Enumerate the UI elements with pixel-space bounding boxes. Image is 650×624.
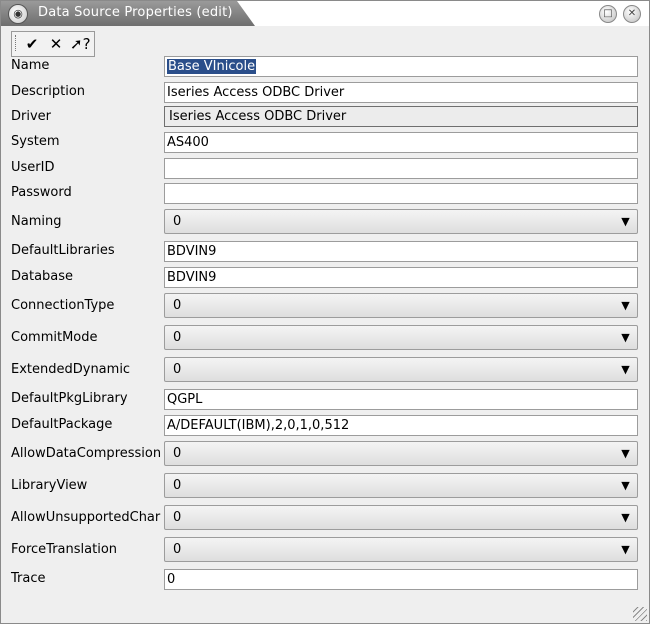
name-label: Name — [11, 58, 50, 73]
description-input[interactable]: Iseries Access ODBC Driver — [164, 82, 638, 103]
allow-unsupported-char-select-value: 0 — [173, 510, 182, 525]
cancel-button[interactable]: ✕ — [46, 34, 66, 54]
force-translation-select[interactable]: 0 ▼ — [164, 537, 638, 562]
system-input[interactable]: AS400 — [164, 132, 638, 153]
resize-grip-icon[interactable] — [633, 607, 647, 621]
default-package-label: DefaultPackage — [11, 417, 113, 432]
dropdown-arrow-icon[interactable]: ▼ — [616, 360, 635, 379]
commit-mode-select[interactable]: 0 ▼ — [164, 325, 638, 350]
library-view-select-value: 0 — [173, 478, 182, 493]
database-label: Database — [11, 269, 74, 284]
library-view-label: LibraryView — [11, 478, 88, 493]
system-label: System — [11, 134, 60, 149]
dropdown-arrow-icon[interactable]: ▼ — [616, 444, 635, 463]
allow-data-compression-label: AllowDataCompression — [11, 446, 162, 461]
default-pkg-library-label: DefaultPkgLibrary — [11, 391, 128, 406]
window-menu-icon[interactable]: ◉ — [8, 4, 28, 24]
extended-dynamic-select-value: 0 — [173, 362, 182, 377]
extended-dynamic-select[interactable]: 0 ▼ — [164, 357, 638, 382]
description-label: Description — [11, 84, 86, 99]
data-source-properties-window: ◉ Data Source Properties (edit) □ ✕ ✔ ✕ … — [0, 0, 650, 624]
close-icon[interactable]: ✕ — [623, 5, 641, 23]
library-view-select[interactable]: 0 ▼ — [164, 473, 638, 498]
default-libraries-input[interactable]: BDVIN9 — [164, 241, 638, 262]
name-input[interactable]: Base VInicole — [164, 56, 638, 77]
force-translation-label: ForceTranslation — [11, 542, 118, 557]
dropdown-arrow-icon[interactable]: ▼ — [616, 540, 635, 559]
default-pkg-library-input[interactable]: QGPL — [164, 389, 638, 410]
naming-label: Naming — [11, 214, 62, 229]
default-package-input[interactable]: A/DEFAULT(IBM),2,0,1,0,512 — [164, 415, 638, 436]
checkmark-icon: ✔ — [25, 35, 39, 53]
force-translation-select-value: 0 — [173, 542, 182, 557]
driver-field: Iseries Access ODBC Driver — [164, 106, 638, 127]
naming-select-value: 0 — [173, 214, 182, 229]
maximize-icon[interactable]: □ — [599, 5, 617, 23]
whats-this-help-icon: ➚? — [70, 35, 91, 53]
dropdown-arrow-icon[interactable]: ▼ — [616, 296, 635, 315]
title-bar[interactable]: ◉ Data Source Properties (edit) □ ✕ — [1, 1, 649, 26]
database-input[interactable]: BDVIN9 — [164, 267, 638, 288]
allow-unsupported-char-select[interactable]: 0 ▼ — [164, 505, 638, 530]
userid-label: UserID — [11, 160, 55, 175]
dropdown-arrow-icon[interactable]: ▼ — [616, 328, 635, 347]
name-input-value: Base VInicole — [167, 59, 257, 74]
allow-data-compression-select-value: 0 — [173, 446, 182, 461]
allow-data-compression-select[interactable]: 0 ▼ — [164, 441, 638, 466]
dropdown-arrow-icon[interactable]: ▼ — [616, 476, 635, 495]
connection-type-select[interactable]: 0 ▼ — [164, 293, 638, 318]
whats-this-help-button[interactable]: ➚? — [70, 34, 91, 54]
ok-button[interactable]: ✔ — [22, 34, 42, 54]
naming-select[interactable]: 0 ▼ — [164, 209, 638, 234]
toolbar: ✔ ✕ ➚? — [11, 31, 95, 57]
connection-type-label: ConnectionType — [11, 298, 115, 313]
x-icon: ✕ — [49, 35, 63, 53]
extended-dynamic-label: ExtendedDynamic — [11, 362, 131, 377]
default-libraries-label: DefaultLibraries — [11, 243, 115, 258]
dropdown-arrow-icon[interactable]: ▼ — [616, 212, 635, 231]
commit-mode-label: CommitMode — [11, 330, 98, 345]
commit-mode-select-value: 0 — [173, 330, 182, 345]
toolbar-grip-icon[interactable] — [15, 35, 18, 51]
window-title: Data Source Properties (edit) — [38, 5, 233, 20]
password-label: Password — [11, 185, 72, 200]
connection-type-select-value: 0 — [173, 298, 182, 313]
allow-unsupported-char-label: AllowUnsupportedChar — [11, 510, 161, 525]
dropdown-arrow-icon[interactable]: ▼ — [616, 508, 635, 527]
userid-input[interactable] — [164, 158, 638, 179]
password-input[interactable] — [164, 183, 638, 204]
trace-input[interactable]: 0 — [164, 569, 638, 590]
driver-label: Driver — [11, 109, 52, 124]
trace-label: Trace — [11, 571, 46, 586]
